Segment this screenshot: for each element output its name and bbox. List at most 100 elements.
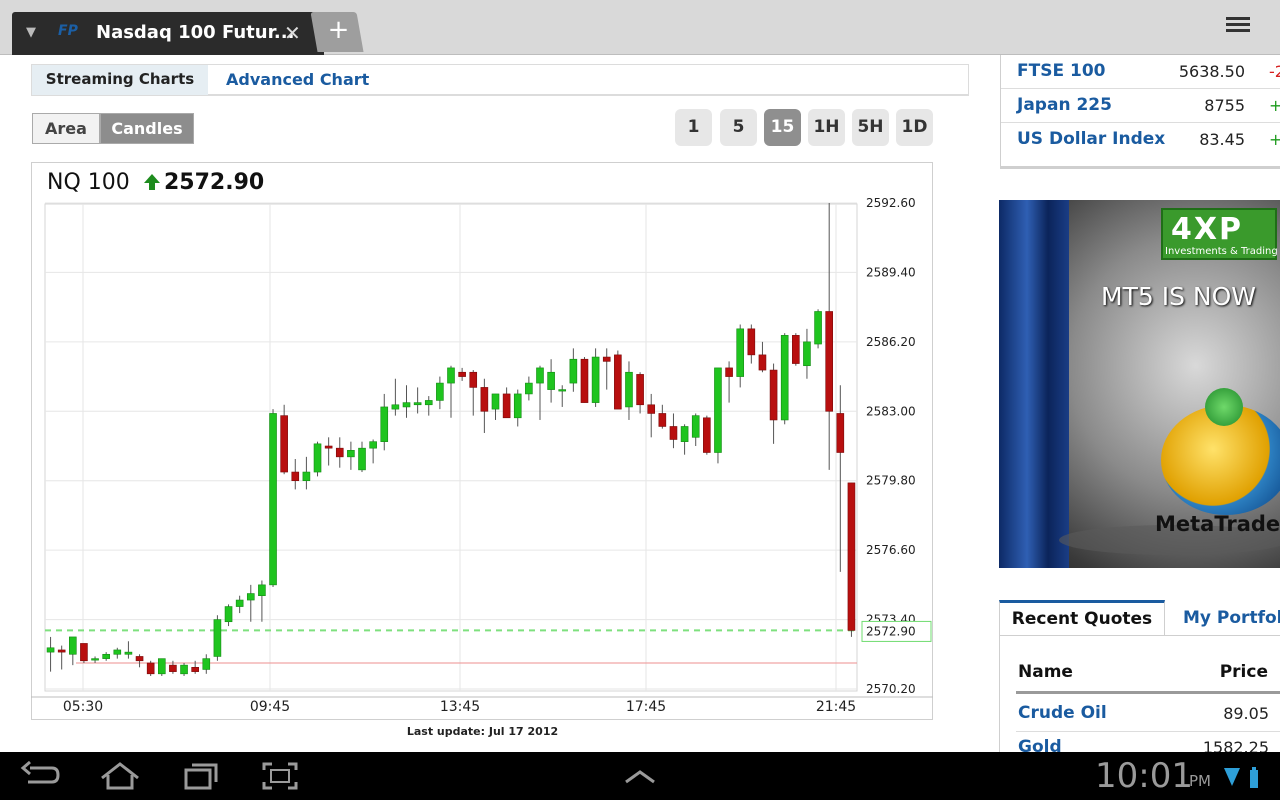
- plus-icon: +: [327, 15, 350, 45]
- candle-body: [591, 356, 600, 403]
- candle-body: [847, 482, 856, 631]
- y-tick-label: 2589.40: [866, 265, 916, 279]
- candles-toggle-button[interactable]: Candles: [100, 113, 194, 144]
- chart-subtabs: Streaming Charts Advanced Chart: [31, 64, 969, 96]
- candle-body: [825, 311, 833, 412]
- candle-body: [669, 426, 678, 440]
- candle-body: [302, 471, 311, 482]
- home-icon[interactable]: [96, 758, 144, 794]
- timeframe-15-button[interactable]: 15: [764, 109, 801, 146]
- candle-body: [436, 382, 444, 401]
- current-price-label: 2572.90: [866, 624, 916, 638]
- candle-body: [580, 358, 589, 403]
- system-nav-bar: 10:01 PM: [0, 752, 1280, 800]
- candle-body: [691, 415, 700, 438]
- plot-area: [44, 203, 858, 692]
- candle-body: [324, 445, 333, 449]
- market-price: 5638.50: [1178, 62, 1245, 81]
- back-icon[interactable]: [16, 758, 64, 794]
- tab-recent-quotes[interactable]: Recent Quotes: [999, 600, 1165, 636]
- tab-my-portfolio[interactable]: My Portfoli: [1183, 602, 1280, 634]
- timeframe-5h-button[interactable]: 5H: [852, 109, 889, 146]
- candle-body: [469, 371, 478, 388]
- market-name[interactable]: US Dollar Index: [1017, 129, 1165, 149]
- candle-body: [380, 406, 389, 442]
- quote-price: 89.05: [1223, 704, 1269, 723]
- candlestick-chart[interactable]: 2592.60 2589.40 2586.20 2583.00 2579.80 2576.…: [31, 162, 933, 720]
- y-tick-label: 2576.60: [866, 543, 916, 557]
- quotes-table: Name Price Crude Oil 89.05 Gold 1582.25: [999, 635, 1280, 753]
- quote-name[interactable]: Crude Oil: [1018, 703, 1107, 723]
- advertisement-banner[interactable]: 4XP Investments & Trading MT5 IS NOW Met…: [999, 200, 1280, 568]
- candle-body: [725, 367, 733, 377]
- new-tab-button[interactable]: +: [310, 12, 364, 52]
- timeframe-1-button[interactable]: 1: [675, 109, 712, 146]
- candle-body: [513, 393, 522, 419]
- candle-body: [391, 404, 400, 410]
- metatrader-figure-icon: [1205, 388, 1243, 426]
- candle-body: [714, 367, 722, 453]
- market-name[interactable]: Japan 225: [1017, 95, 1112, 115]
- candle-body: [258, 584, 266, 597]
- candle-body: [80, 643, 88, 662]
- tab-dropdown-icon[interactable]: ▼: [26, 25, 36, 40]
- timeframe-5-button[interactable]: 5: [720, 109, 757, 146]
- candle-body: [180, 664, 188, 675]
- tab-streaming-charts[interactable]: Streaming Charts: [32, 65, 208, 95]
- quotes-header-price: Price: [1219, 662, 1268, 682]
- quote-name[interactable]: Gold: [1018, 737, 1062, 753]
- candle-body: [803, 341, 811, 367]
- tab-advanced-chart[interactable]: Advanced Chart: [226, 65, 369, 95]
- market-name[interactable]: FTSE 100: [1017, 61, 1105, 81]
- market-table: FTSE 100 5638.50 -2 Japan 225 8755 +3 US…: [1000, 55, 1280, 169]
- candle-body: [502, 393, 511, 419]
- candle-body: [747, 328, 756, 356]
- candle-body: [124, 651, 133, 655]
- candle-body: [235, 599, 244, 607]
- candle-body: [680, 426, 689, 442]
- browser-tab-active[interactable]: ▼ FP Nasdaq 100 Futur... ✕: [12, 12, 324, 55]
- market-change: +3: [1269, 96, 1280, 115]
- candle-body: [547, 371, 555, 390]
- candle-body: [402, 402, 411, 408]
- market-row[interactable]: Japan 225 8755 +3: [1001, 89, 1280, 123]
- candle-body: [224, 606, 233, 623]
- candle-body: [347, 450, 355, 458]
- screenshot-icon[interactable]: [256, 758, 304, 794]
- candle-body: [525, 382, 533, 395]
- quotes-header-divider: [1016, 691, 1280, 694]
- candle-body: [458, 371, 466, 377]
- candle-body: [480, 387, 489, 412]
- quote-row[interactable]: Gold 1582.25: [1016, 732, 1280, 753]
- candle-body: [69, 636, 77, 655]
- candle-body: [202, 658, 211, 670]
- candle-body: [736, 328, 745, 377]
- market-row[interactable]: US Dollar Index 83.45 +: [1001, 123, 1280, 157]
- candle-body: [46, 647, 55, 653]
- ad-logo-text: 4XP: [1171, 212, 1243, 247]
- area-toggle-button[interactable]: Area: [32, 113, 100, 144]
- browser-menu-icon[interactable]: [1226, 14, 1258, 44]
- status-clock: 10:01: [1095, 756, 1193, 796]
- candle-body: [169, 664, 177, 672]
- candle-body: [57, 649, 66, 653]
- recent-apps-icon[interactable]: [176, 758, 224, 794]
- candle-body: [157, 658, 166, 675]
- candle-body: [658, 413, 667, 427]
- tab-close-icon[interactable]: ✕: [284, 21, 301, 45]
- candle-body: [769, 369, 778, 421]
- candle-body: [246, 593, 255, 601]
- timeframe-1d-button[interactable]: 1D: [896, 109, 933, 146]
- candle-body: [313, 443, 322, 473]
- candle-body: [491, 393, 500, 410]
- candle-body: [636, 374, 644, 406]
- chevron-up-icon[interactable]: [616, 758, 664, 794]
- timeframe-1h-button[interactable]: 1H: [808, 109, 845, 146]
- candle-body: [102, 653, 110, 659]
- wifi-battery-icon[interactable]: [1222, 764, 1266, 790]
- quote-row[interactable]: Crude Oil 89.05: [1016, 698, 1280, 732]
- candle-body: [836, 413, 845, 453]
- market-row[interactable]: FTSE 100 5638.50 -2: [1001, 55, 1280, 89]
- candle-body: [558, 389, 567, 392]
- candle-body: [780, 335, 789, 421]
